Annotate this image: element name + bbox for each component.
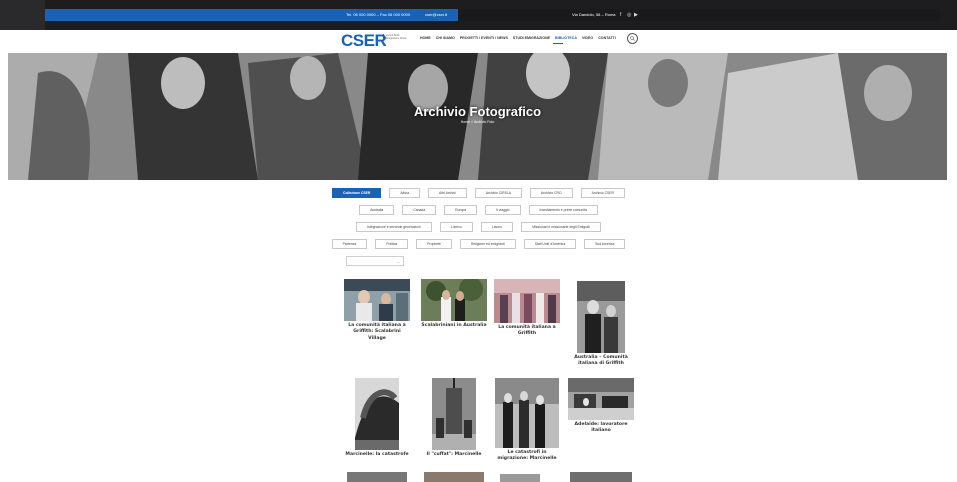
nav-video[interactable]: VIDEO (582, 36, 593, 41)
filter-row-4: Partenza Politica Propriete Religione ed… (0, 239, 957, 249)
nav-biblioteca[interactable]: BIBLIOTECA (555, 36, 577, 41)
filter-australia[interactable]: Australia (359, 205, 395, 215)
filter-il-viaggio[interactable]: Il viaggio (485, 205, 521, 215)
site-logo[interactable]: CSER (341, 32, 387, 50)
gallery-card[interactable]: Marcinelle: la catastrofe (344, 378, 410, 458)
gallery-card-title[interactable]: Australia – Comunità italiana di Griffit… (568, 355, 634, 368)
filter-archivio-cirsla[interactable]: Archivio CIRSLA (474, 188, 523, 198)
gallery-thumbnail[interactable] (344, 279, 410, 321)
youtube-icon[interactable]: ▶ (634, 10, 638, 20)
gallery-thumbnail[interactable] (424, 472, 484, 482)
active-nav-indicator (553, 43, 563, 44)
gallery-card-title[interactable]: Marcinelle: la catastrofe (344, 452, 410, 458)
gallery-card[interactable]: Il "cuffat": Marcinelle (421, 378, 487, 458)
top-bar: Tel. 06 000 0000 – Fax 06 000 0000 cser@… (0, 0, 957, 30)
filter-select[interactable]: ⌄ (346, 256, 404, 266)
filter-stati-uniti[interactable]: Stati Uniti d'America (523, 239, 577, 249)
gallery-thumbnail[interactable] (495, 378, 559, 448)
filter-l-arrivo[interactable]: L'arrivo (439, 222, 473, 232)
gallery-card[interactable]: Le catastrofi in migrazione: Marcinelle (494, 378, 560, 463)
filter-row-1: Collezione CSER Africa Altri Archivi Arc… (0, 188, 957, 198)
top-bar-email[interactable]: cser@cser.it (425, 10, 447, 20)
gallery-card-title[interactable]: Le catastrofi in migrazione: Marcinelle (494, 450, 560, 463)
gallery-card-title[interactable]: La comunità italiana a Griffith: Scalabr… (344, 323, 410, 342)
gallery-card[interactable]: Adelaide: lavoratore italiano (568, 378, 634, 435)
nav-studi-emigrazione[interactable]: STUDI EMIGRAZIONE (513, 36, 550, 41)
filter-collezione-cser[interactable]: Collezione CSER (332, 188, 382, 198)
search-icon (630, 36, 635, 41)
filter-integrazione[interactable]: Integrazione e seconde generazioni (356, 222, 432, 232)
nav-progetti[interactable]: PROGETTI / EVENTI / NEWS (460, 36, 508, 41)
filter-archivio-cro[interactable]: Archivio CRO (530, 188, 573, 198)
gallery-thumbnail[interactable] (432, 378, 476, 450)
gallery-thumbnail[interactable] (500, 474, 540, 482)
filter-politica[interactable]: Politica (375, 239, 409, 249)
filter-altri-archivi[interactable]: Altri Archivi (428, 188, 467, 198)
filter-row-3: Integrazione e seconde generazioni L'arr… (0, 222, 957, 232)
gallery-card-title[interactable]: Adelaide: lavoratore italiano (568, 422, 634, 435)
top-bar-left-block (0, 0, 45, 30)
filter-lavoro[interactable]: Lavoro (480, 222, 514, 232)
gallery-thumbnail[interactable] (421, 279, 487, 321)
filter-proprieta[interactable]: Propriete (416, 239, 452, 249)
gallery-thumbnail[interactable] (355, 378, 399, 450)
page-title: Archivio Fotografico (413, 104, 542, 119)
gallery-card-title[interactable]: Scalabriniani in Australia (421, 323, 487, 329)
gallery-card-title[interactable]: Il "cuffat": Marcinelle (421, 452, 487, 458)
facebook-icon[interactable]: f (620, 10, 621, 20)
gallery-thumbnail[interactable] (570, 472, 632, 482)
gallery-card[interactable]: Scalabriniani in Australia (421, 279, 487, 329)
filter-canada[interactable]: Canada (402, 205, 437, 215)
top-bar-right-strip (458, 9, 940, 21)
filter-europa[interactable]: Europa (444, 205, 478, 215)
top-bar-phone: Tel. 06 000 0000 – Fax 06 000 0000 (346, 12, 411, 17)
chevron-down-icon: ⌄ (396, 259, 400, 264)
hero-banner: Archivio Fotografico Home > Archivio Fot… (8, 53, 947, 180)
filter-missionari[interactable]: Missionari e missionarie degli Emigrati (521, 222, 601, 232)
nav-contatti[interactable]: CONTATTI (598, 36, 616, 41)
top-bar-address: Via Dandolo, 58 – Roma (572, 12, 616, 17)
filter-religione[interactable]: Religione ed emigranti (459, 239, 516, 249)
instagram-icon[interactable]: ◎ (627, 10, 631, 20)
gallery-thumbnail[interactable] (568, 378, 634, 420)
filter-partenza[interactable]: Partenza (331, 239, 368, 249)
nav-home[interactable]: HOME (420, 36, 431, 41)
gallery-card[interactable]: La comunità italiana a Griffith (494, 279, 560, 338)
gallery-card[interactable]: Australia – Comunità italiana di Griffit… (568, 281, 634, 368)
gallery-card[interactable]: La comunità italiana a Griffith: Scalabr… (344, 279, 410, 342)
gallery-thumbnail[interactable] (494, 279, 560, 323)
site-logo-subtitle: Centro Studi Emigrazione Roma (383, 34, 407, 41)
gallery-thumbnail[interactable] (577, 281, 625, 353)
search-button[interactable] (627, 33, 638, 44)
breadcrumb[interactable]: Home > Archivio Foto (8, 120, 947, 125)
filter-sud-america[interactable]: Sud America (584, 239, 626, 249)
nav-chi-siamo[interactable]: CHI SIAMO (436, 36, 455, 41)
filter-insediamento[interactable]: Insediamento e prime comunità (528, 205, 598, 215)
gallery-thumbnail[interactable] (347, 472, 407, 482)
gallery-card-title[interactable]: La comunità italiana a Griffith (494, 325, 560, 338)
filter-row-2: Australia Canada Europa Il viaggio Insed… (0, 205, 957, 215)
filter-africa[interactable]: Africa (389, 188, 420, 198)
main-nav: HOME CHI SIAMO PROGETTI / EVENTI / NEWS … (420, 36, 616, 41)
filter-archivio-cser[interactable]: Archivio CSER (580, 188, 625, 198)
